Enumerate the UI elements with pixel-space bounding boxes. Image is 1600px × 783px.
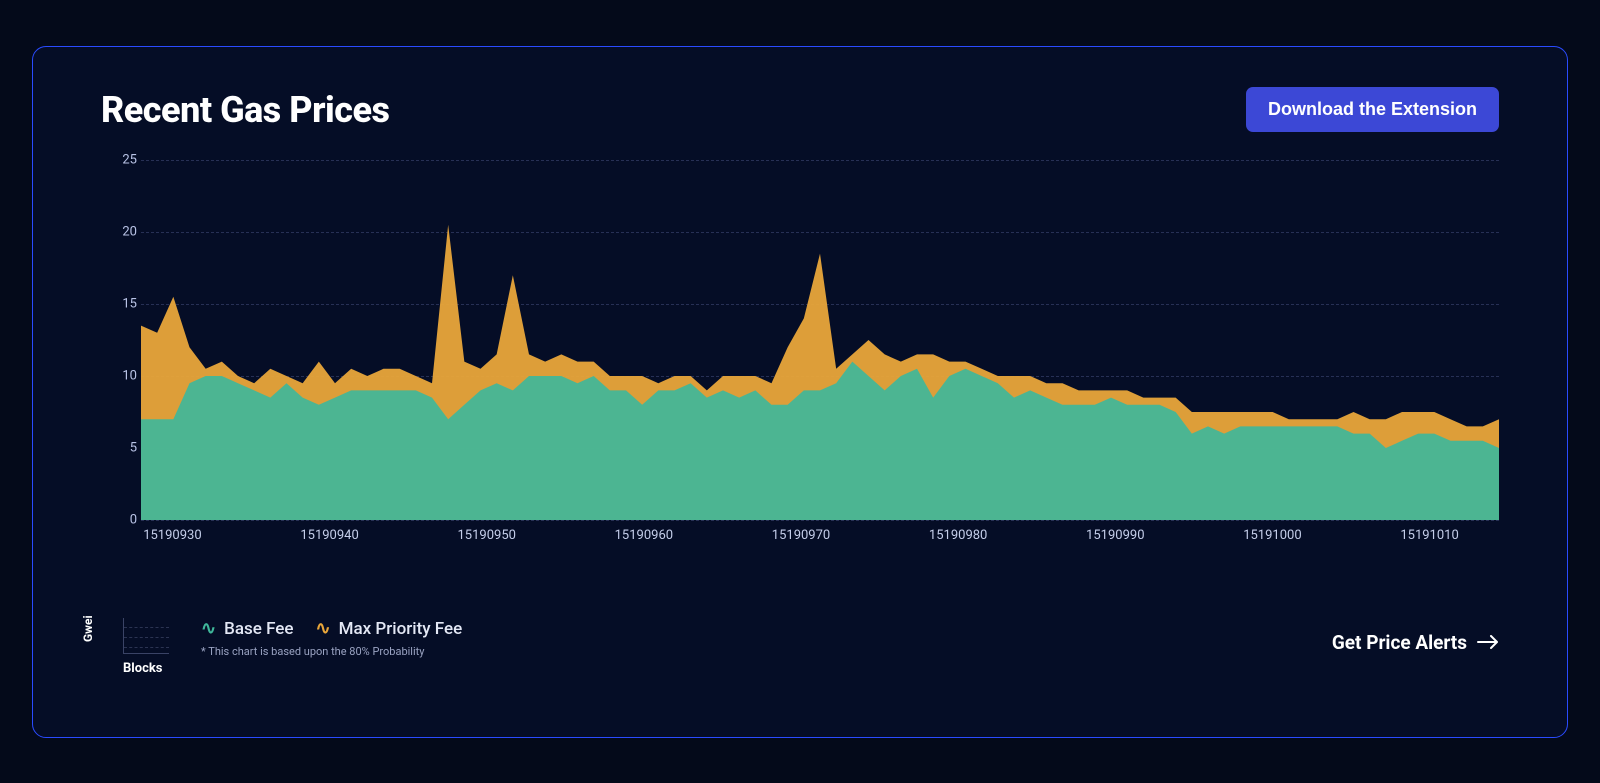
- alerts-link-label: Get Price Alerts: [1332, 631, 1467, 654]
- chart-svg: [141, 160, 1499, 520]
- legend-note: * This chart is based upon the 80% Proba…: [201, 645, 462, 658]
- y-tick: 5: [130, 441, 137, 456]
- y-axis: 0510152025: [101, 160, 137, 520]
- y-tick: 10: [122, 369, 137, 384]
- gas-prices-card: Recent Gas Prices Download the Extension…: [32, 46, 1568, 738]
- legend-items: ∿ Base Fee ∿ Max Priority Fee * This cha…: [201, 612, 462, 658]
- page-title: Recent Gas Prices: [101, 89, 389, 131]
- wave-icon: ∿: [201, 618, 216, 639]
- y-tick: 0: [130, 513, 137, 528]
- get-price-alerts-link[interactable]: Get Price Alerts: [1332, 631, 1499, 654]
- chart-plot: [141, 160, 1499, 520]
- arrow-right-icon: [1477, 631, 1499, 654]
- download-extension-button[interactable]: Download the Extension: [1246, 87, 1499, 132]
- x-tick: 15190930: [143, 528, 201, 543]
- x-tick: 15191000: [1243, 528, 1301, 543]
- legend-max-priority-label: Max Priority Fee: [339, 619, 463, 639]
- x-tick: 15190990: [1086, 528, 1144, 543]
- x-tick: 15190940: [300, 528, 358, 543]
- legend-max-priority: ∿ Max Priority Fee: [315, 618, 462, 639]
- y-axis-label: Gwei: [81, 615, 95, 642]
- x-tick: 15190960: [615, 528, 673, 543]
- x-tick: 15190970: [772, 528, 830, 543]
- wave-icon: ∿: [315, 618, 330, 639]
- legend: Gwei Blocks ∿ Base Fee ∿ Max Priority Fe…: [101, 612, 462, 672]
- y-tick: 25: [122, 153, 137, 168]
- x-tick: 15190980: [929, 528, 987, 543]
- x-axis-label: Blocks: [123, 661, 162, 676]
- y-tick: 15: [122, 297, 137, 312]
- y-tick: 20: [122, 225, 137, 240]
- card-header: Recent Gas Prices Download the Extension: [101, 87, 1499, 132]
- x-tick: 15191010: [1400, 528, 1458, 543]
- chart-area: 0510152025 15190930151909401519095015190…: [101, 160, 1499, 588]
- x-axis: 15190930 15190940 15190950 15190960 15190970…: [141, 528, 1499, 558]
- card-footer: Gwei Blocks ∿ Base Fee ∿ Max Priority Fe…: [101, 612, 1499, 672]
- x-tick: 15190950: [457, 528, 515, 543]
- legend-base-fee: ∿ Base Fee: [201, 618, 293, 639]
- mini-axes-icon: Gwei Blocks: [101, 612, 169, 672]
- legend-base-fee-label: Base Fee: [224, 619, 293, 639]
